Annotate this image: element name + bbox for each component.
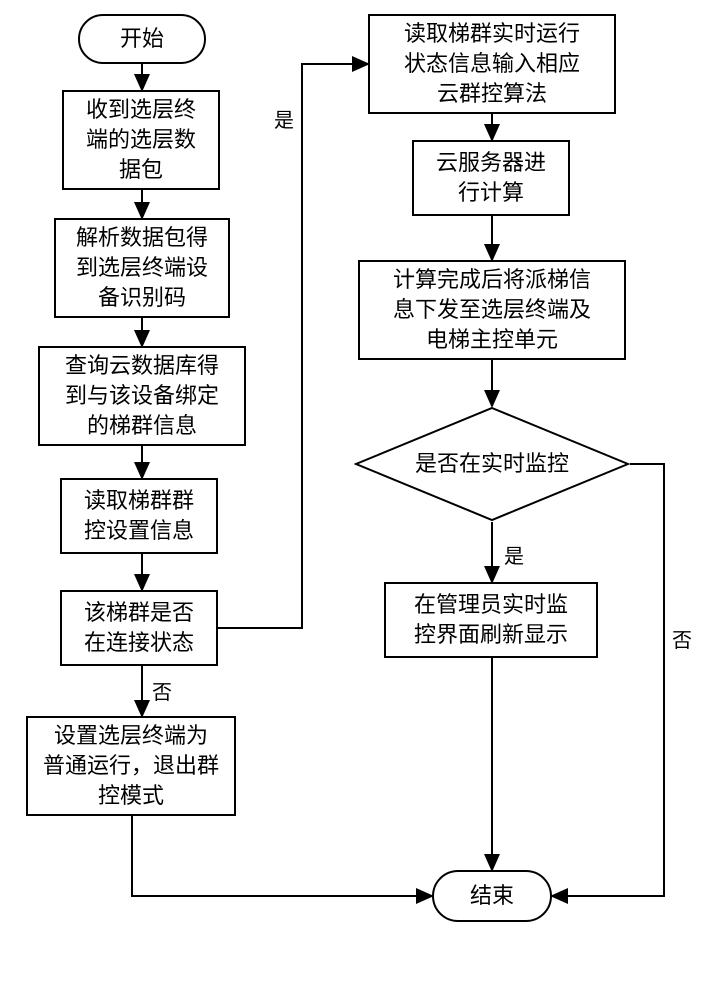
end-node: 结束: [432, 870, 552, 922]
decision-monitor-label: 是否在实时监控: [415, 450, 569, 479]
step-refresh: 在管理员实时监 控界面刷新显示: [384, 582, 598, 658]
label-no-monitor: 否: [672, 624, 692, 653]
step-query: 查询云数据库得 到与该设备绑定 的梯群信息: [38, 346, 246, 446]
label-no-connected: 否: [152, 676, 172, 705]
step-read-settings: 读取梯群群 控设置信息: [60, 478, 218, 554]
step-set-normal: 设置选层终端为 普通运行，退出群 控模式: [26, 716, 236, 816]
step-compute: 云服务器进 行计算: [412, 140, 570, 216]
decision-monitor: 是否在实时监控: [354, 406, 630, 522]
step-parse: 解析数据包得 到选层终端设 备识别码: [54, 218, 230, 318]
start-node: 开始: [78, 14, 206, 64]
step-dispatch: 计算完成后将派梯信 息下发至选层终端及 电梯主控单元: [358, 260, 626, 360]
label-yes-monitor: 是: [504, 540, 524, 569]
label-yes-connected: 是: [274, 104, 294, 133]
step-receive: 收到选层终 端的选层数 据包: [62, 90, 220, 190]
step-read-status: 读取梯群实时运行 状态信息输入相应 云群控算法: [368, 14, 616, 114]
step-connected: 该梯群是否 在连接状态: [60, 590, 218, 666]
